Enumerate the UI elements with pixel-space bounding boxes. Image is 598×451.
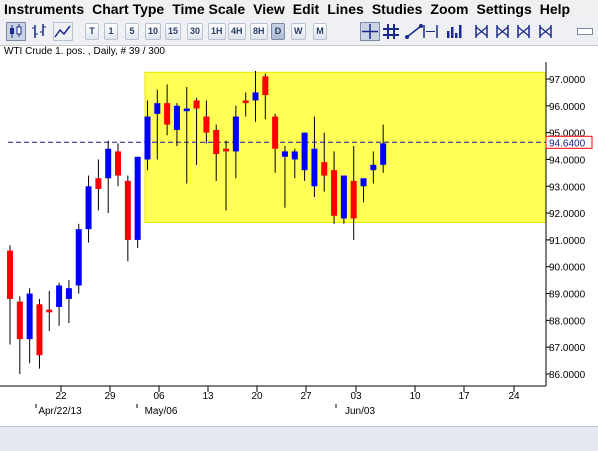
date-tick-label: 10 [409,391,421,402]
date-tick-label: 03 [350,391,362,402]
month-tick-label: Apr/22/13 [38,406,82,417]
candle-body [213,129,220,155]
date-tick-label: 24 [508,391,520,402]
price-tick-label: 96.0000 [549,102,586,113]
candle-body [272,116,279,149]
candle[interactable] [75,223,82,294]
candle[interactable] [46,290,53,332]
candle-body [46,309,53,313]
candle-body [331,170,338,216]
date-tick-label: 20 [251,391,263,402]
candle-body [7,250,13,299]
candle-body [134,156,141,240]
price-tick-label: 86.0000 [549,370,586,381]
price-tick-label: 87.0000 [549,343,586,354]
candle-body [115,151,122,176]
candle[interactable] [56,282,63,326]
candle[interactable] [95,159,102,211]
candle[interactable] [105,140,112,214]
candle-body [291,151,298,160]
price-tick-label: 88.0000 [549,316,586,327]
current-price-label: 94.6400 [549,138,586,149]
candle-body [232,116,239,152]
candle-body [262,76,269,96]
candle[interactable] [115,143,122,187]
candle-body [144,116,151,160]
status-bar [0,426,598,451]
candle-body [223,148,230,152]
candle-body [26,293,33,340]
candle-body [301,132,308,171]
month-tick-label: May/06 [145,406,178,417]
price-tick-label: 90.0000 [549,263,586,274]
date-tick-label: 22 [55,391,67,402]
candle-body [360,178,367,187]
candle[interactable] [340,175,347,224]
candle-body [380,143,387,165]
candle-body [154,103,161,114]
candle-body [203,116,210,133]
candle[interactable] [65,280,72,324]
candle[interactable] [16,296,23,374]
candle-body [321,162,328,176]
candle[interactable] [7,245,13,345]
date-tick-label: 27 [300,391,312,402]
candle-body [124,180,131,240]
date-tick-label: 13 [202,391,214,402]
date-tick-label: 17 [458,391,470,402]
price-tick-label: 97.0000 [549,75,586,86]
candle-body [75,229,82,286]
candle-body [340,175,347,219]
candle[interactable] [85,175,92,243]
candle[interactable] [26,288,33,364]
candle-body [95,178,102,189]
candle-body [252,92,259,101]
date-tick-label: 29 [104,391,116,402]
candle-body [65,288,72,299]
candle-body [85,186,92,230]
chart-area[interactable]: 97.000096.000095.000094.000093.000092.00… [0,0,598,426]
candle-body [311,148,318,187]
candle-body [56,285,63,307]
candle-body [164,103,171,125]
candle-body [242,100,249,104]
month-tick-label: Jun/03 [345,406,375,417]
price-tick-label: 92.0000 [549,209,586,220]
date-tick-label: 06 [153,391,165,402]
price-tick-label: 94.0000 [549,155,586,166]
price-tick-label: 93.0000 [549,182,586,193]
candle-body [350,180,357,219]
price-tick-label: 89.0000 [549,290,586,301]
candle-body [173,105,180,130]
candle-body [370,164,377,171]
candle[interactable] [36,298,43,369]
candle-body [105,148,112,179]
candle-body [36,304,43,356]
candle[interactable] [124,175,131,262]
candle-body [183,108,190,112]
candle-body [16,301,23,340]
price-tick-label: 91.0000 [549,236,586,247]
candle[interactable] [134,156,141,248]
candle-body [281,151,288,157]
candle-body [193,100,200,109]
